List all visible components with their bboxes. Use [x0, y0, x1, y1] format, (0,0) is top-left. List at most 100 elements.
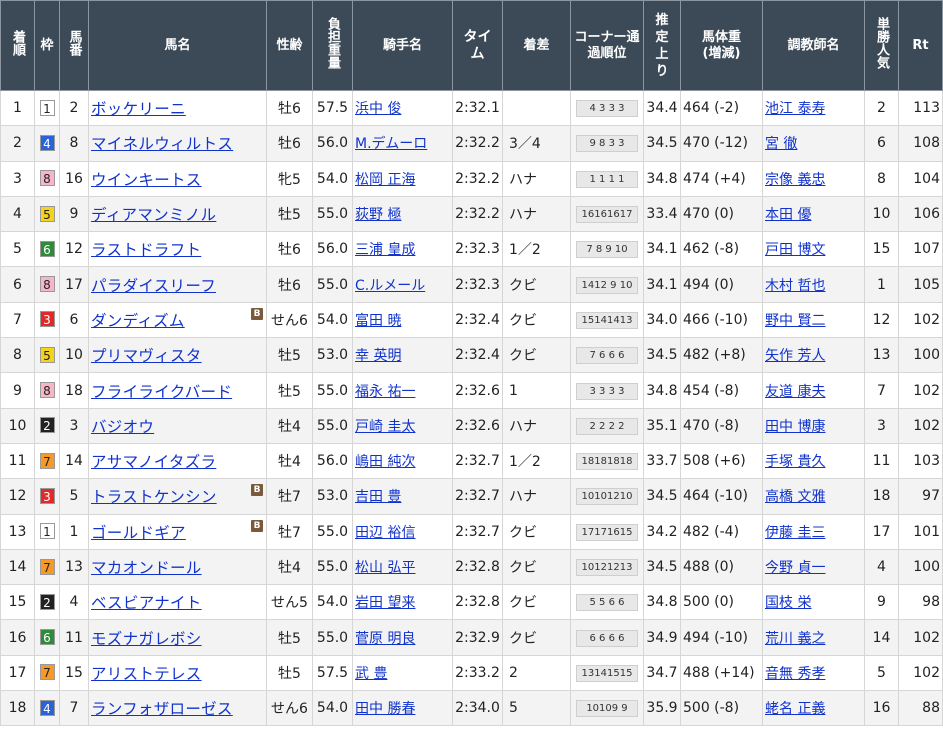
header-jockey[interactable]: 騎手名: [352, 0, 453, 91]
corner-positions: 2 2 2 2: [576, 417, 638, 435]
trainer-link[interactable]: 蛯名 正義: [765, 701, 825, 717]
waku-badge: 1: [39, 523, 55, 540]
trainer-link[interactable]: 戸田 博文: [765, 242, 825, 258]
header-body[interactable]: 馬体重(増減): [680, 0, 763, 91]
corner-positions: 1 1 1 1: [576, 170, 638, 188]
vertical-label: 負担重量: [325, 17, 340, 69]
trainer-cell: 宮 徹: [762, 125, 865, 162]
corner-positions: 15141413: [576, 311, 638, 329]
trainer-link[interactable]: 高橋 文雅: [765, 489, 825, 505]
margin-cell: 1／2: [502, 231, 571, 268]
header-last3f[interactable]: 推定上り: [643, 0, 681, 91]
table-row: 16 6 11 モズナガレボシ 牡5 55.0 菅原 明良 2:32.9 クビ 6 6 6 6 34…: [0, 619, 943, 656]
jockey-link[interactable]: 荻野 極: [355, 207, 401, 223]
trainer-link[interactable]: 宗像 義忠: [765, 172, 825, 188]
trainer-link[interactable]: 矢作 芳人: [765, 348, 825, 364]
trainer-link[interactable]: 池江 泰寿: [765, 101, 825, 117]
wrapped-label: 推定上り: [655, 12, 669, 79]
weight-cell: 53.0: [312, 478, 353, 515]
corner-cell: 10121213: [570, 548, 644, 586]
jockey-link[interactable]: 富田 暁: [355, 313, 401, 329]
body-weight-cell: 466 (-10): [680, 301, 763, 339]
sexage-cell: せん6: [266, 690, 313, 727]
trainer-link[interactable]: 田中 博康: [765, 419, 825, 435]
jockey-link[interactable]: 嶋田 純次: [355, 454, 415, 470]
header-waku[interactable]: 枠: [34, 0, 60, 91]
trainer-link[interactable]: 音無 秀孝: [765, 666, 825, 682]
jockey-link[interactable]: 菅原 明良: [355, 631, 415, 647]
jockey-link[interactable]: 吉田 豊: [355, 489, 401, 505]
jockey-link[interactable]: 福永 祐一: [355, 384, 415, 400]
horse-link[interactable]: ディアマンミノル: [91, 206, 216, 224]
header-horse[interactable]: 馬名: [88, 0, 267, 91]
horse-link[interactable]: ボッケリーニ: [91, 100, 186, 118]
trainer-link[interactable]: 野中 賢二: [765, 313, 825, 329]
table-row: 7 3 6 ダンディズム B せん6 54.0 富田 暁 2:32.4 クビ 15141413 34.…: [0, 301, 943, 339]
time-cell: 2:32.1: [452, 89, 503, 127]
corner-positions: 10101210: [576, 488, 638, 506]
jockey-link[interactable]: 戸崎 圭太: [355, 419, 415, 435]
jockey-link[interactable]: 浜中 俊: [355, 101, 401, 117]
jockey-link[interactable]: 松山 弘平: [355, 560, 415, 576]
horse-link[interactable]: ウインキートス: [91, 171, 202, 189]
jockey-link[interactable]: 松岡 正海: [355, 172, 415, 188]
horse-link[interactable]: アリストテレス: [91, 665, 202, 683]
popularity-cell: 15: [864, 231, 899, 268]
horse-link[interactable]: ゴールドギア: [91, 524, 186, 542]
body-weight-cell: 494 (-10): [680, 619, 763, 656]
trainer-link[interactable]: 荒川 義之: [765, 631, 825, 647]
jockey-link[interactable]: 田中 勝春: [355, 701, 415, 717]
jockey-link[interactable]: 幸 英明: [355, 348, 401, 364]
horse-link[interactable]: フライライクバード: [91, 383, 232, 401]
header-weight[interactable]: 負担重量: [312, 0, 353, 91]
horse-link[interactable]: トラストケンシン: [91, 488, 217, 506]
jockey-link[interactable]: 武 豊: [355, 666, 387, 682]
trainer-link[interactable]: 本田 優: [765, 207, 811, 223]
jockey-link[interactable]: C.ルメール: [355, 278, 425, 294]
horse-link[interactable]: ランフォザローゼス: [91, 700, 233, 718]
horse-link[interactable]: モズナガレボシ: [91, 630, 202, 648]
table-row: 3 8 16 ウインキートス 牝5 54.0 松岡 正海 2:32.2 ハナ 1 1 1 1 34.…: [0, 160, 943, 197]
horse-link[interactable]: プリマヴィスタ: [91, 347, 202, 365]
header-corner[interactable]: コーナー通過順位: [570, 0, 644, 91]
corner-cell: 10101210: [570, 478, 644, 515]
jockey-cell: M.デムーロ: [352, 125, 453, 162]
horse-link[interactable]: バジオウ: [91, 418, 154, 436]
trainer-link[interactable]: 宮 徹: [765, 136, 797, 152]
jockey-link[interactable]: 岩田 望来: [355, 595, 415, 611]
header-sexage[interactable]: 性齢: [266, 0, 313, 91]
horse-link[interactable]: ラストドラフト: [91, 241, 201, 259]
header-trainer[interactable]: 調教師名: [762, 0, 865, 91]
table-row: 17 7 15 アリストテレス 牡5 57.5 武 豊 2:33.2 2 13141515 34.7…: [0, 654, 943, 692]
horse-link[interactable]: マカオンドール: [91, 559, 202, 577]
header-rt[interactable]: Rt: [898, 0, 943, 91]
header-umaban[interactable]: 馬番: [59, 0, 89, 91]
trainer-link[interactable]: 木村 哲也: [765, 278, 825, 294]
umaban-cell: 14: [59, 442, 89, 480]
horse-link[interactable]: ベスビアナイト: [91, 594, 202, 612]
margin-cell: ハナ: [502, 160, 571, 197]
trainer-link[interactable]: 手塚 貴久: [765, 454, 825, 470]
table-row: 13 1 1 ゴールドギア B 牡7 55.0 田辺 裕信 2:32.7 クビ 17171615 34…: [0, 513, 943, 550]
jockey-link[interactable]: 三浦 皇成: [355, 242, 415, 258]
waku-badge: 6: [39, 240, 55, 257]
jockey-link[interactable]: M.デムーロ: [355, 136, 427, 152]
trainer-link[interactable]: 友道 康夫: [765, 384, 825, 400]
corner-cell: 16161617: [570, 195, 644, 233]
trainer-link[interactable]: 国枝 栄: [765, 595, 811, 611]
header-pop[interactable]: 単勝人気: [864, 0, 899, 91]
header-time[interactable]: タイム: [452, 0, 503, 91]
jockey-link[interactable]: 田辺 裕信: [355, 525, 415, 541]
header-margin[interactable]: 着差: [502, 0, 571, 91]
horse-link[interactable]: アサマノイタズラ: [91, 453, 216, 471]
trainer-link[interactable]: 今野 貞一: [765, 560, 825, 576]
trainer-link[interactable]: 伊藤 圭三: [765, 525, 825, 541]
header-rank[interactable]: 着順: [0, 0, 35, 91]
horse-link[interactable]: パラダイスリーフ: [91, 277, 216, 295]
body-weight-cell: 494 (0): [680, 266, 763, 303]
trainer-cell: 戸田 博文: [762, 231, 865, 268]
table-row: 6 8 17 パラダイスリーフ 牡6 55.0 C.ルメール 2:32.3 クビ 1412 9 1…: [0, 266, 943, 303]
umaban-cell: 6: [59, 301, 89, 339]
horse-link[interactable]: マイネルウィルトス: [91, 135, 233, 153]
horse-link[interactable]: ダンディズム: [91, 312, 185, 330]
